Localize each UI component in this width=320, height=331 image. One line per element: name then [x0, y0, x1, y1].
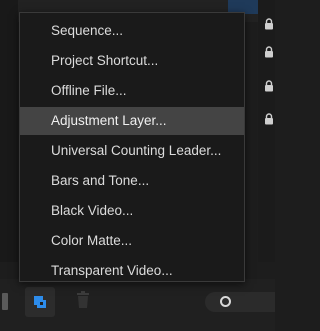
new-item-context-menu: Sequence... Project Shortcut... Offline … [19, 12, 245, 282]
new-item-icon [34, 296, 46, 308]
lock-icon[interactable] [264, 46, 274, 58]
menu-item-universal-counting-leader[interactable]: Universal Counting Leader... [20, 137, 244, 165]
menu-item-project-shortcut[interactable]: Project Shortcut... [20, 47, 244, 75]
menu-item-color-matte[interactable]: Color Matte... [20, 227, 244, 255]
menu-item-bars-and-tone[interactable]: Bars and Tone... [20, 167, 244, 195]
menu-item-offline-file[interactable]: Offline File... [20, 77, 244, 105]
lock-icon[interactable] [264, 18, 274, 30]
lock-icon[interactable] [264, 113, 274, 125]
menu-item-black-video[interactable]: Black Video... [20, 197, 244, 225]
lock-icon[interactable] [264, 80, 274, 92]
zoom-slider-knob[interactable] [220, 296, 231, 307]
new-item-button[interactable] [25, 287, 55, 317]
menu-item-sequence[interactable]: Sequence... [20, 17, 244, 45]
menu-item-adjustment-layer[interactable]: Adjustment Layer... [20, 107, 244, 135]
panel-right-column [258, 0, 275, 262]
panel-left-column [0, 0, 18, 262]
zoom-slider-track[interactable] [205, 292, 275, 312]
trash-icon[interactable] [76, 291, 90, 309]
panel-resize-handle[interactable] [2, 293, 8, 310]
menu-item-transparent-video[interactable]: Transparent Video... [20, 257, 244, 285]
